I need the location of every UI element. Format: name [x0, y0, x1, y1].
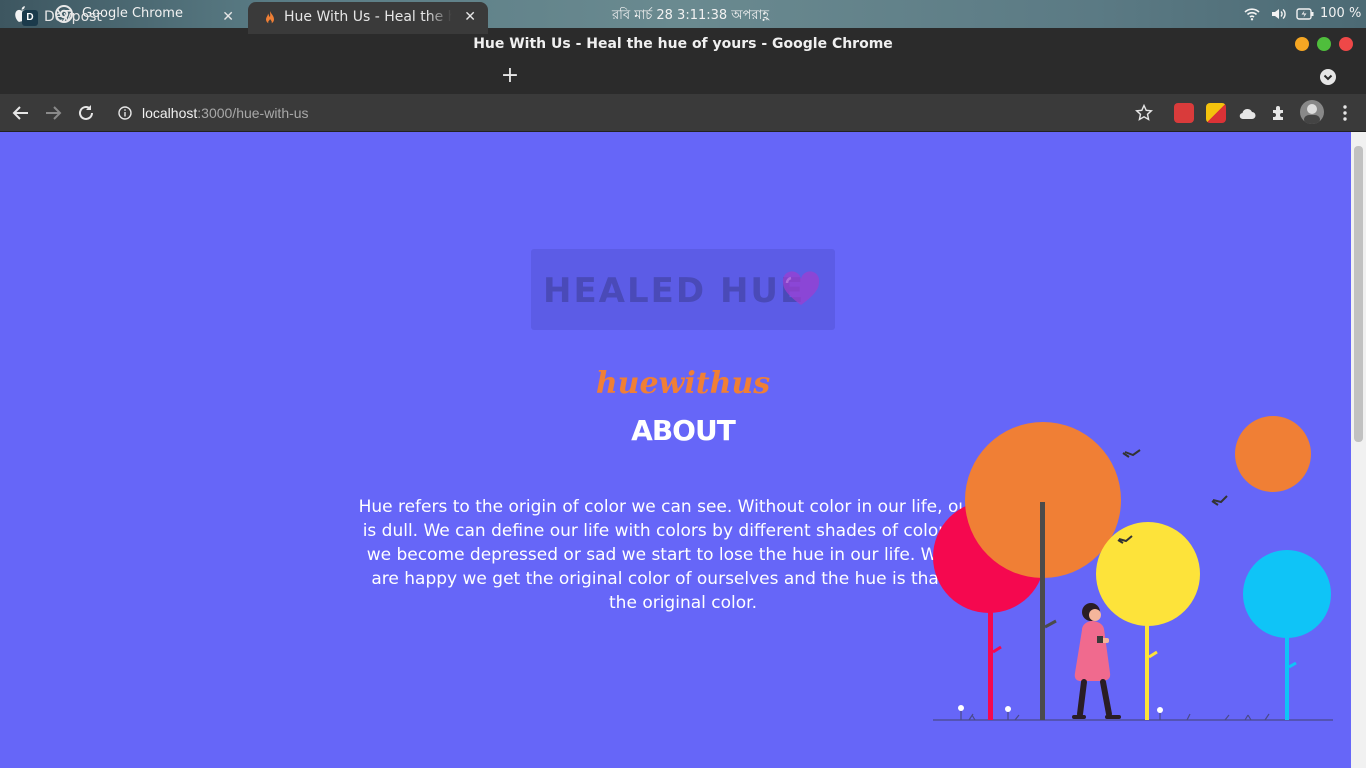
window-title: Hue With Us - Heal the hue of yours - Go…: [473, 36, 893, 52]
page-content: HEALED HUE huewithus ABOUT Hue refers to…: [0, 132, 1351, 768]
close-tab-icon[interactable]: ✕: [464, 9, 476, 25]
new-tab-button[interactable]: +: [500, 63, 520, 89]
forward-arrow-icon[interactable]: [44, 104, 62, 122]
browser-toolbar: localhost:3000/hue-with-us: [0, 94, 1366, 132]
extension-1-icon[interactable]: [1174, 103, 1194, 123]
profile-avatar[interactable]: [1300, 100, 1324, 124]
back-arrow-icon[interactable]: [12, 104, 30, 122]
tab-devpost[interactable]: D Devpost ✕: [8, 2, 246, 34]
volume-icon[interactable]: [1270, 6, 1288, 22]
more-menu-icon[interactable]: [1336, 104, 1354, 122]
brand-name: huewithus: [595, 366, 771, 401]
minimize-button[interactable]: [1295, 37, 1309, 51]
devpost-favicon-icon: D: [22, 10, 38, 26]
battery-icon[interactable]: [1296, 8, 1314, 20]
tab-strip: [0, 60, 1366, 94]
about-description: Hue refers to the origin of color we can…: [358, 497, 1008, 613]
bookmark-star-icon[interactable]: [1135, 104, 1153, 122]
trees-walking-woman-illustration: [933, 416, 1333, 721]
maximize-button[interactable]: [1317, 37, 1331, 51]
cloud-extension-icon[interactable]: [1238, 105, 1256, 123]
tab-search-icon[interactable]: [1320, 69, 1336, 85]
info-icon[interactable]: [118, 106, 132, 120]
reload-icon[interactable]: [77, 104, 95, 122]
close-tab-icon[interactable]: ✕: [222, 9, 234, 25]
wifi-icon[interactable]: [1244, 7, 1260, 21]
url-host: localhost: [142, 105, 198, 121]
address-bar[interactable]: localhost:3000/hue-with-us: [108, 98, 1168, 128]
tab-hue-with-us[interactable]: Hue With Us - Heal the hue of yours ✕: [248, 2, 488, 34]
url-text[interactable]: localhost:3000/hue-with-us: [142, 105, 309, 121]
extension-2-icon[interactable]: [1206, 103, 1226, 123]
flame-favicon-icon: [266, 11, 274, 24]
battery-percent[interactable]: 100 %: [1320, 6, 1361, 21]
page-scrollbar[interactable]: [1351, 132, 1366, 768]
url-path: :3000/hue-with-us: [197, 105, 309, 121]
close-window-button[interactable]: [1339, 37, 1353, 51]
scrollbar-thumb[interactable]: [1354, 146, 1363, 442]
purple-heart-icon: [782, 271, 820, 305]
puzzle-extensions-icon[interactable]: [1270, 104, 1288, 122]
clock[interactable]: রবি মার্চ 28 3:11:38 অপরাহ্ণ: [612, 6, 769, 27]
tab-label: Hue With Us - Heal the hue of yours: [284, 9, 452, 25]
logo-text: HEALED HUE: [543, 271, 806, 311]
tab-label: Devpost: [44, 9, 102, 25]
healed-hue-logo[interactable]: HEALED HUE: [531, 249, 835, 330]
